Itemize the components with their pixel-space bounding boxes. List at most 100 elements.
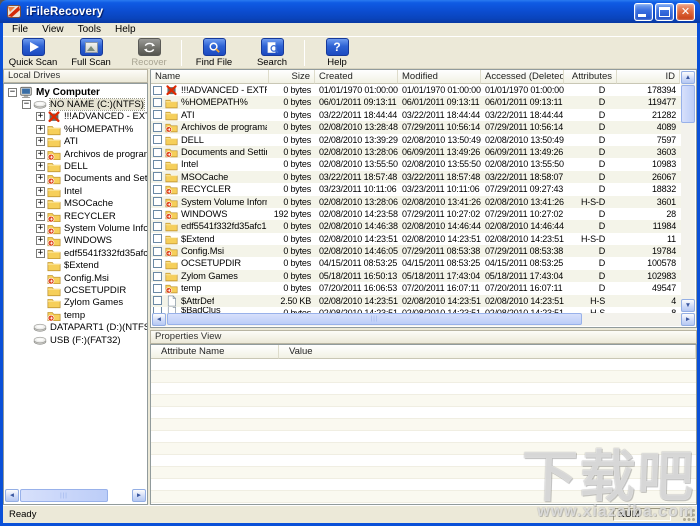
tree-item-zylom-games[interactable]: Zylom Games: [4, 297, 147, 309]
expand-icon[interactable]: +: [36, 162, 45, 172]
file-list-horizontal-scrollbar[interactable]: ◄ ||| ►: [152, 313, 695, 326]
file-row-config-msi[interactable]: Config.Msi 0 bytes 02/08/2010 14:46:05 07/2…: [151, 245, 681, 258]
file-row-homepath[interactable]: %HOMEPATH% 0 bytes 06/01/2011 09:13:11 06/0…: [151, 96, 681, 109]
column-header-id[interactable]: ID: [617, 70, 680, 84]
column-header-attributes[interactable]: Attributes: [564, 70, 617, 84]
row-checkbox[interactable]: [153, 234, 162, 244]
column-header-created[interactable]: Created: [315, 70, 398, 84]
tree-item-edf5541f332fd35afc1a[interactable]: + edf5541f332fd35afc1a: [4, 247, 147, 259]
tree-item-my-computer[interactable]: − My Computer: [4, 86, 147, 98]
tree-item-temp[interactable]: temp: [4, 309, 147, 322]
file-row-attrdef[interactable]: $AttrDef 2.50 KB 02/08/2010 14:23:51 02/08/…: [151, 294, 681, 308]
file-row-zylom-games[interactable]: Zylom Games 0 bytes 05/18/2011 16:50:13 05/…: [151, 269, 681, 283]
file-row-extend[interactable]: $Extend 0 bytes 02/08/2010 14:23:51 02/08/2…: [151, 233, 681, 245]
file-row-documents-and-settings[interactable]: Documents and Settings 0 bytes 02/08/2010 …: [151, 145, 681, 159]
tree-item-advanced-extra[interactable]: + !!!ADVANCED - EXTRA!!!: [4, 111, 147, 123]
file-row-advanced-extra[interactable]: !!!ADVANCED - EXTRA!!! 0 bytes 01/01/1970 …: [151, 84, 681, 96]
row-checkbox[interactable]: [153, 209, 162, 219]
row-checkbox[interactable]: [153, 98, 162, 108]
menu-item-help[interactable]: Help: [108, 23, 143, 36]
help-button[interactable]: ? Help: [308, 38, 366, 69]
tree-item-ati[interactable]: + ATI: [4, 136, 147, 148]
expand-icon[interactable]: +: [36, 174, 45, 184]
row-checkbox[interactable]: [153, 197, 162, 207]
file-row-edf5541f332fd35afc1a[interactable]: edf5541f332fd35afc1a... 0 bytes 02/08/2010…: [151, 220, 681, 233]
scroll-down-icon[interactable]: ▼: [681, 299, 695, 312]
menu-item-tools[interactable]: Tools: [71, 23, 108, 36]
row-checkbox[interactable]: [153, 283, 162, 293]
expand-icon[interactable]: +: [36, 223, 45, 233]
scroll-left-icon[interactable]: ◄: [5, 489, 19, 502]
full-scan-button[interactable]: Full Scan: [62, 38, 120, 69]
scroll-right-icon[interactable]: ►: [132, 489, 146, 502]
recover-button[interactable]: Recover: [120, 38, 178, 69]
row-checkbox[interactable]: [153, 221, 162, 231]
vscroll-thumb[interactable]: [681, 85, 695, 123]
row-checkbox[interactable]: [153, 172, 162, 182]
scroll-up-icon[interactable]: ▲: [681, 71, 695, 84]
expand-icon[interactable]: +: [36, 236, 45, 246]
row-checkbox[interactable]: [153, 246, 162, 256]
row-checkbox[interactable]: [153, 296, 162, 306]
file-row-dell[interactable]: DELL 0 bytes 02/08/2010 13:39:29 02/08/2010…: [151, 134, 681, 146]
row-checkbox[interactable]: [153, 160, 162, 170]
row-checkbox[interactable]: [153, 184, 162, 194]
file-list-vertical-scrollbar[interactable]: ▲ ▼: [681, 71, 695, 312]
tree-hscroll-thumb[interactable]: |||: [20, 489, 108, 502]
attribute-name-column-header[interactable]: Attribute Name: [151, 345, 279, 359]
collapse-icon[interactable]: −: [8, 87, 17, 97]
close-button[interactable]: ✕: [676, 2, 695, 21]
menu-item-file[interactable]: File: [5, 23, 35, 36]
expand-icon[interactable]: +: [36, 112, 45, 122]
hscroll-thumb[interactable]: |||: [167, 313, 582, 325]
tree-item-msocache[interactable]: + MSOCache: [4, 198, 147, 210]
quick-scan-button[interactable]: Quick Scan: [4, 38, 62, 69]
file-row-ocsetupdir[interactable]: OCSETUPDIR 0 bytes 04/15/2011 08:53:25 04/1…: [151, 257, 681, 269]
row-checkbox[interactable]: [153, 135, 162, 145]
tree-item-documents-and-settings[interactable]: + Documents and Settings: [4, 173, 147, 185]
tree-item-extend[interactable]: $Extend: [4, 259, 147, 272]
tree-item-intel[interactable]: + Intel: [4, 185, 147, 197]
expand-icon[interactable]: +: [36, 186, 45, 196]
expand-icon[interactable]: +: [36, 149, 45, 159]
scroll-right-icon[interactable]: ►: [681, 313, 695, 326]
row-checkbox[interactable]: [153, 259, 162, 269]
tree-item-recycler[interactable]: + RECYCLER: [4, 210, 147, 223]
expand-icon[interactable]: +: [36, 137, 45, 147]
row-checkbox[interactable]: [153, 147, 162, 157]
file-row-msocache[interactable]: MSOCache 0 bytes 03/22/2011 18:57:48 03/22/…: [151, 170, 681, 184]
column-header-size[interactable]: Size: [269, 70, 315, 84]
resize-grip[interactable]: [683, 509, 696, 522]
tree-item-homepath[interactable]: + %HOMEPATH%: [4, 123, 147, 135]
value-column-header[interactable]: Value: [279, 345, 696, 359]
column-header-accessed-deleted[interactable]: Accessed (Deleted): [481, 70, 564, 84]
file-row-system-volume-informa[interactable]: System Volume Informa... 0 bytes 02/08/201…: [151, 195, 681, 208]
tree-item-ocsetupdir[interactable]: OCSETUPDIR: [4, 284, 147, 297]
tree-item-datapart1-d-ntfs[interactable]: DATAPART1 (D:)(NTFS): [4, 321, 147, 333]
maximize-button[interactable]: [655, 2, 674, 21]
tree-item-archivos-de-programa[interactable]: + Archivos de programa: [4, 148, 147, 161]
column-header-modified[interactable]: Modified: [398, 70, 481, 84]
menu-item-view[interactable]: View: [35, 23, 71, 36]
row-checkbox[interactable]: [153, 271, 162, 281]
file-row-ati[interactable]: ATI 0 bytes 03/22/2011 18:44:44 03/22/2011 …: [151, 109, 681, 121]
scroll-left-icon[interactable]: ◄: [152, 313, 166, 326]
tree-item-usb-f-fat32[interactable]: USB (F:)(FAT32): [4, 334, 147, 346]
minimize-button[interactable]: [634, 2, 653, 21]
column-header-name[interactable]: Name: [151, 70, 269, 84]
tree-item-windows[interactable]: + WINDOWS: [4, 235, 147, 247]
row-checkbox[interactable]: [153, 110, 162, 120]
row-checkbox[interactable]: [153, 122, 162, 132]
tree-item-config-msi[interactable]: Config.Msi: [4, 272, 147, 284]
collapse-icon[interactable]: −: [22, 100, 31, 110]
file-row-windows[interactable]: WINDOWS 192 bytes 02/08/2010 14:23:58 07/29…: [151, 208, 681, 220]
file-row-intel[interactable]: Intel 0 bytes 02/08/2010 13:55:50 02/08/201…: [151, 158, 681, 170]
row-checkbox[interactable]: [153, 85, 162, 95]
find-file-button[interactable]: Find File: [185, 38, 243, 69]
tree-item-dell[interactable]: + DELL: [4, 160, 147, 173]
tree-item-system-volume-informa[interactable]: + System Volume Informa: [4, 222, 147, 235]
file-row-temp[interactable]: temp 0 bytes 07/20/2011 16:06:53 07/20/2011…: [151, 282, 681, 294]
title-bar[interactable]: iFileRecovery ✕: [0, 0, 700, 23]
file-row-archivos-de-programa[interactable]: Archivos de programa 0 bytes 02/08/2010 13…: [151, 121, 681, 134]
app-icon[interactable]: [7, 4, 22, 19]
